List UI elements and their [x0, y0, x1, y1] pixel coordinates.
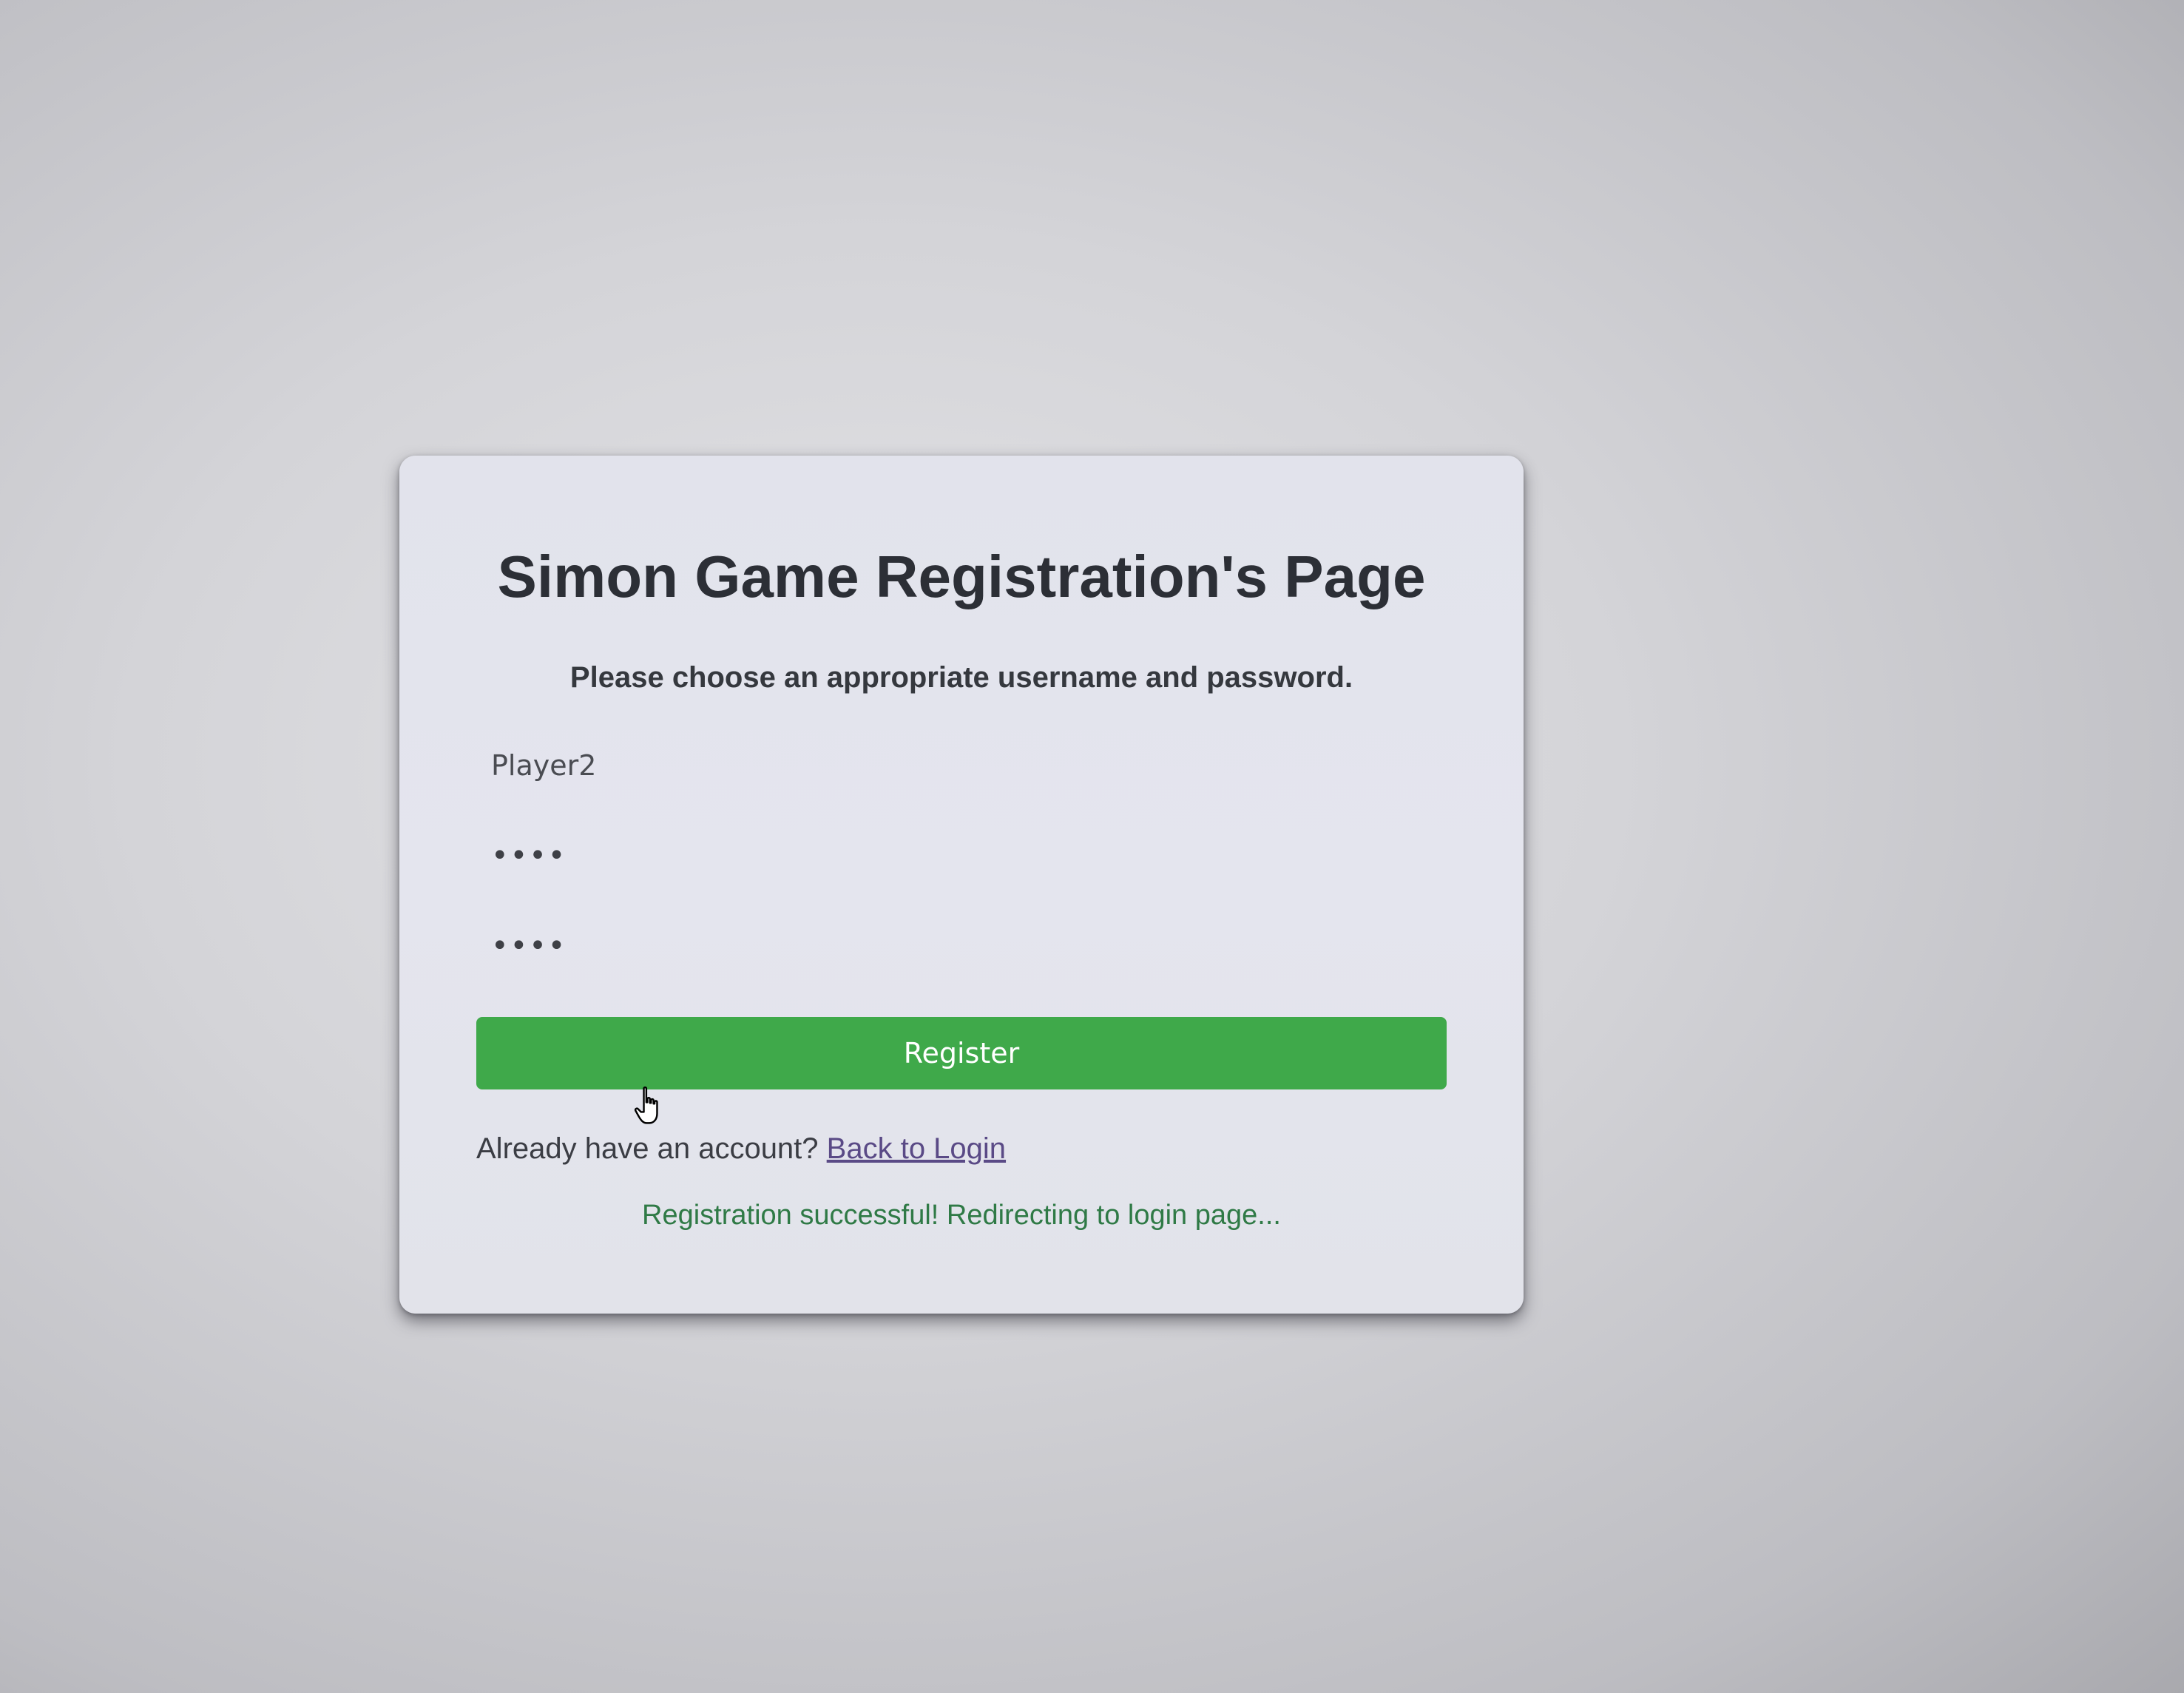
username-value: Player2: [491, 749, 597, 782]
confirm-password-value: ••••: [491, 929, 567, 963]
password-value: ••••: [491, 839, 567, 873]
register-button[interactable]: Register: [476, 1017, 1447, 1089]
status-message: Registration successful! Redirecting to …: [642, 1200, 1281, 1231]
page-title: Simon Game Registration's Page: [497, 544, 1426, 609]
account-prompt: Already have an account?: [476, 1132, 819, 1165]
hand-pointer-icon: [634, 1086, 658, 1124]
password-input[interactable]: ••••: [476, 819, 1447, 893]
page-subtitle: Please choose an appropriate username an…: [569, 661, 1353, 694]
account-prompt-line: Already have an account? Back to Login: [476, 1132, 1447, 1166]
confirm-password-input[interactable]: ••••: [476, 909, 1447, 983]
registration-card: Simon Game Registration's Page Please ch…: [399, 456, 1524, 1314]
username-input[interactable]: Player2: [476, 729, 1447, 802]
back-to-login-link[interactable]: Back to Login: [827, 1132, 1006, 1165]
